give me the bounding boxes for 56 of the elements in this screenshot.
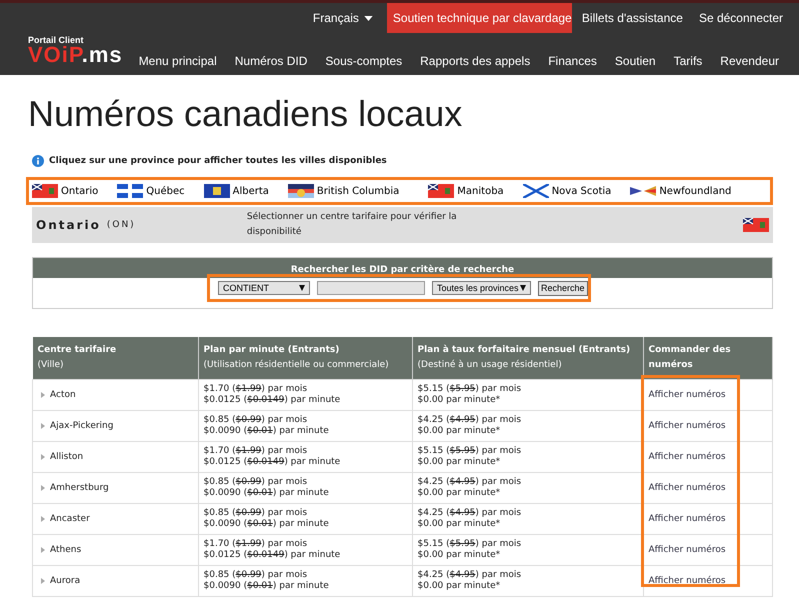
logo-caption: Portail Client <box>28 35 85 45</box>
show-numbers-link[interactable]: Afficher numéros <box>648 452 726 462</box>
show-numbers-link[interactable]: Afficher numéros <box>648 514 726 524</box>
table-cell: $0.85 ($0.99) par mois $0.0090 ($0.01) par minute <box>198 566 412 596</box>
province-link[interactable]: Newfoundland <box>659 186 732 196</box>
province-link[interactable]: Nova Scotia <box>552 186 612 196</box>
criteria-dropdown[interactable]: CONTIENT <box>218 281 310 295</box>
language-selector[interactable]: Français <box>312 11 373 25</box>
table-cell: $1.70 ($1.99) par mois $0.0125 ($0.0149) par minute <box>198 534 412 566</box>
nav-item[interactable]: Tarifs <box>674 54 702 68</box>
header-link[interactable]: Billets d'assistance <box>582 11 683 25</box>
logo[interactable]: VOiP.ms <box>28 45 123 65</box>
province-name: Ontario <box>36 218 101 232</box>
province-link[interactable]: Ontario <box>61 186 98 196</box>
show-numbers-link[interactable]: Afficher numéros <box>648 390 726 400</box>
table-cell: $1.70 ($1.99) par mois $0.0125 ($0.0149) par minute <box>198 442 412 472</box>
nav-item[interactable]: Sous-comptes <box>325 54 402 68</box>
table-cell: $0.85 ($0.99) par mois $0.0090 ($0.01) par minute <box>198 504 412 534</box>
search-title: Rechercher les DID par critère de recherche <box>33 258 772 278</box>
table-cell: $1.70 ($1.99) par mois $0.0125 ($0.0149) par minute <box>198 380 412 410</box>
column-header: Commander des numéros <box>643 337 772 380</box>
province-link[interactable]: British Columbia <box>316 186 400 196</box>
page-title: Numéros canadiens locaux <box>28 93 464 135</box>
nav-item[interactable]: Finances <box>548 54 597 68</box>
search-button[interactable]: Recherche <box>538 280 588 296</box>
province-link[interactable]: Québec <box>146 186 185 196</box>
nav-item[interactable]: Soutien <box>614 54 656 68</box>
table-cell: $0.85 ($0.99) par mois $0.0090 ($0.01) par minute <box>198 410 412 442</box>
province-dropdown[interactable]: Toutes les provinces <box>432 281 531 295</box>
city-link[interactable]: Aurora <box>50 576 80 586</box>
city-link[interactable]: Amherstburg <box>50 482 109 494</box>
chat-support-button[interactable]: Soutien technique par clavardage <box>386 3 572 33</box>
city-link[interactable]: Ancaster <box>50 514 90 524</box>
province-code: (ON) <box>106 220 137 230</box>
show-numbers-link[interactable]: Afficher numéros <box>648 420 726 430</box>
show-numbers-link[interactable]: Afficher numéros <box>648 544 726 554</box>
table-cell: $0.85 ($0.99) par mois $0.0090 ($0.01) par minute <box>198 472 412 504</box>
nav-item[interactable]: Numéros DID <box>234 54 308 68</box>
city-link[interactable]: Athens <box>50 544 82 556</box>
city-link[interactable]: Acton <box>50 390 76 400</box>
show-numbers-link[interactable]: Afficher numéros <box>648 576 726 586</box>
province-link[interactable]: Manitoba <box>457 186 504 196</box>
nav-item[interactable]: Revendeur <box>720 54 779 68</box>
column-header: Plan à taux forfaitaire mensuel (Entrants) (Destiné à un usage résidentiel) <box>412 337 643 380</box>
header-link[interactable]: Se déconnecter <box>698 11 783 25</box>
province-link[interactable]: Alberta <box>232 186 269 196</box>
column-header: Plan par minute (Entrants) (Utilisation résidentielle ou commerciale) <box>198 337 412 380</box>
nav-item[interactable]: Menu principal <box>138 54 217 68</box>
city-link[interactable]: Alliston <box>50 452 84 462</box>
table-cell: $5.15 ($5.95) par mois $0.00 par minute* <box>412 380 643 410</box>
column-header: Centre tarifaire (Ville) <box>32 337 198 380</box>
nav-item[interactable]: Rapports des appels <box>420 54 530 68</box>
show-numbers-link[interactable]: Afficher numéros <box>648 482 726 492</box>
province-hint: Sélectionner un centre tarifaire pour vérifier la disponibilité <box>246 210 458 239</box>
city-link[interactable]: Ajax-Pickering <box>50 420 114 432</box>
info-text: Cliquez sur une province pour afficher toutes les villes disponibles <box>49 156 387 166</box>
